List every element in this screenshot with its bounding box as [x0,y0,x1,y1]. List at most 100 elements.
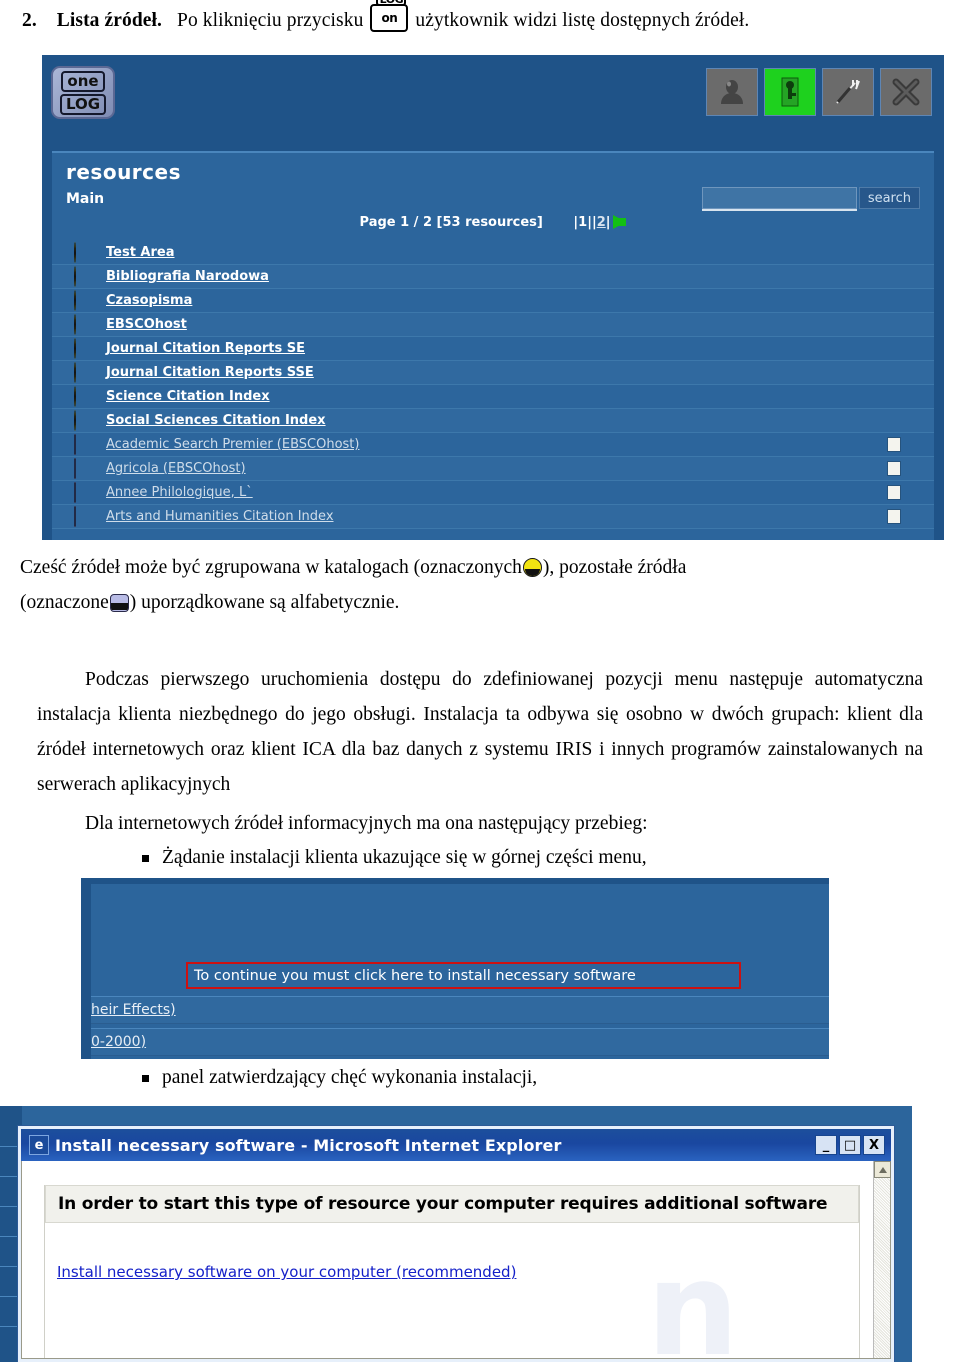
row-checkbox[interactable] [887,509,901,524]
next-page-arrow-icon[interactable] [613,215,627,229]
resource-label[interactable]: Journal Citation Reports SSE [106,365,314,380]
square-bullet-icon [142,855,149,862]
catalog-icon [74,410,95,431]
caption-paragraph: Cześć źródeł może być zgrupowana w katal… [20,550,940,620]
source-icon [74,506,95,527]
resource-label[interactable]: EBSCOhost [106,317,187,332]
heading-text-after: użytkownik widzi listę dostępnych źródeł… [415,10,750,31]
table-row[interactable]: Social Sciences Citation Index [52,409,934,433]
row-checkbox[interactable] [887,485,901,500]
page-heading: 2. Lista źródeł. Po kliknięciu przycisku… [22,0,942,33]
scroll-up-icon[interactable] [874,1161,891,1178]
banner-panel: To continue you must click here to insta… [91,884,829,1059]
bullet-list-2: panel zatwierdzający chęć wykonania inst… [140,1062,930,1094]
caption-part-2: ), pozostałe źródła [542,557,687,578]
source-icon [109,594,129,612]
pagination-status: Page 1 / 2 [53 resources] [359,215,543,230]
table-row[interactable]: Bibliografia Narodowa [52,265,934,289]
row-checkbox[interactable] [887,437,901,452]
pager-sep-4: | [605,215,611,230]
screenshot-resources-list: one LOG resources Main Page 1 / 2 [53 re… [42,55,944,540]
screenshot-install-banner: To continue you must click here to insta… [81,878,829,1059]
pagination: Page 1 / 2 [53 resources] |1||2| [52,215,934,230]
resources-rows: Test Area Bibliografia Narodowa Czasopis… [52,241,934,540]
key-icon [781,77,799,107]
bullet-list-1: Żądanie instalacji klienta ukazujące się… [140,842,930,874]
resource-label[interactable]: Science Citation Index [106,389,270,404]
logo-line-log: LOG [59,93,107,115]
install-software-banner[interactable]: To continue you must click here to insta… [186,962,741,989]
row-checkbox[interactable] [887,461,901,476]
watermark-logo: n [646,1233,739,1362]
catalog-icon [74,314,95,335]
key-icon-button[interactable] [764,68,816,116]
pager-page-1[interactable]: 1 [578,215,587,230]
table-row[interactable]: Agricola (EBSCOhost) [52,457,934,481]
resource-label[interactable]: Arts and Humanities Citation Index [106,509,334,524]
banner-row-2-link[interactable]: 0-2000) [91,1034,146,1050]
catalog-icon [74,242,95,263]
resource-label[interactable]: Academic Search Premier (EBSCOhost) [106,437,359,452]
user-icon [721,80,743,104]
close-icon [892,78,920,106]
resource-label[interactable]: Bibliografia Narodowa [106,269,269,284]
user-icon-button[interactable] [706,68,758,116]
ie-window-title: Install necessary software - Microsoft I… [55,1135,562,1155]
catalog-icon [522,558,542,577]
close-icon[interactable]: X [863,1135,885,1155]
table-row[interactable]: Academic Search Premier (EBSCOhost) [52,433,934,457]
banner-row-1-link[interactable]: heir Effects) [91,1002,176,1018]
resource-label[interactable]: Journal Citation Reports SE [106,341,305,356]
resource-label[interactable]: Social Sciences Citation Index [106,413,326,428]
pagination-links: |1||2| [573,215,627,230]
catalog-icon [74,338,95,359]
minimize-icon[interactable]: _ [815,1135,837,1155]
list-item: panel zatwierdzający chęć wykonania inst… [140,1062,930,1094]
search-button[interactable]: search [858,187,920,209]
logo-line-one: one [61,70,105,92]
pager-page-2[interactable]: 2 [597,215,606,230]
ie-window: e Install necessary software - Microsoft… [18,1126,894,1362]
heading-text-before: Po kliknięciu przycisku [177,10,364,31]
search-input[interactable] [701,187,857,209]
resources-panel: resources Main Page 1 / 2 [53 resources]… [52,151,934,540]
table-row[interactable]: Test Area [52,241,934,265]
table-row[interactable]: Annee Philologique, L` [52,481,934,505]
ie-window-controls: _ □ X [815,1135,885,1155]
close-icon-button[interactable] [880,68,932,116]
table-row[interactable]: Journal Citation Reports SSE [52,361,934,385]
resource-label[interactable]: Test Area [106,245,175,260]
body-paragraph-1: Podczas pierwszego uruchomienia dostępu … [37,669,923,795]
bullet-text: Żądanie instalacji klienta ukazujące się… [162,847,647,868]
resource-label[interactable]: Czasopisma [106,293,192,308]
banner-row-2[interactable]: 0-2000) [91,1028,829,1056]
tools-icon [836,80,860,104]
banner-row-1[interactable]: heir Effects) [91,996,829,1024]
install-software-link[interactable]: Install necessary software on your compu… [57,1263,516,1281]
caption-part-1: Cześć źródeł może być zgrupowana w katal… [20,557,522,578]
source-icon [74,434,95,455]
ie-icon: e [29,1135,49,1155]
resource-label[interactable]: Annee Philologique, L` [106,485,253,500]
onelog-logo: one LOG [51,66,115,119]
search-area: search [701,187,920,209]
app-topbar: one LOG [42,55,944,143]
catalog-icon [74,362,95,383]
maximize-icon[interactable]: □ [839,1135,861,1155]
source-icon [74,458,95,479]
table-row[interactable]: Arts and Humanities Citation Index [52,505,934,529]
breadcrumb: Main [66,191,105,207]
ie-scrollbar[interactable] [873,1161,891,1358]
table-row[interactable]: EBSCOhost [52,313,934,337]
table-row[interactable]: Journal Citation Reports SE [52,337,934,361]
table-row[interactable]: Czasopisma [52,289,934,313]
table-row[interactable]: Science Citation Index [52,385,934,409]
caption-part-4: ) uporządkowane są alfabetycznie. [129,592,400,613]
banner-text: To continue you must click here to insta… [194,967,636,984]
resource-label[interactable]: Agricola (EBSCOhost) [106,461,246,476]
tools-icon-button[interactable] [822,68,874,116]
ie-titlebar[interactable]: e Install necessary software - Microsoft… [21,1129,891,1161]
log-icon-label-top: LOG [376,0,407,6]
screenshot-ie-dialog: e Install necessary software - Microsoft… [0,1106,912,1362]
source-icon [74,482,95,503]
